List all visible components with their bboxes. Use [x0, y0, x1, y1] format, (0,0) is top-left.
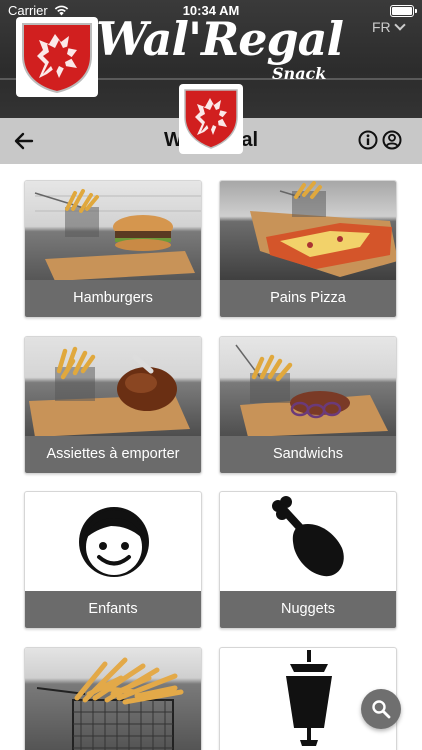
category-card-nuggets[interactable]: Nuggets [219, 491, 397, 629]
chevron-down-icon [394, 19, 406, 31]
smiley-face-icon [25, 492, 201, 593]
category-card-sandwichs[interactable]: Sandwichs [219, 336, 397, 474]
category-label: Sandwichs [220, 436, 396, 473]
user-account-icon[interactable] [382, 130, 402, 150]
coat-of-arms-badge [179, 84, 243, 154]
search-button[interactable] [361, 689, 401, 729]
category-label: Pains Pizza [220, 280, 396, 317]
category-label: Hamburgers [25, 280, 201, 317]
category-card-fries[interactable] [24, 647, 202, 750]
drumstick-icon [220, 492, 396, 593]
fries-basket-photo [25, 648, 201, 750]
category-label: Nuggets [220, 591, 396, 628]
category-grid: Hamburgers Pains Pizza Assiettes à empor… [0, 164, 422, 750]
category-label: Enfants [25, 591, 201, 628]
plate-photo [25, 337, 201, 438]
category-card-pains-pizza[interactable]: Pains Pizza [219, 180, 397, 318]
sandwich-photo [220, 337, 396, 438]
category-card-assiettes-a-emporter[interactable]: Assiettes à emporter [24, 336, 202, 474]
language-selector[interactable]: FR [372, 19, 406, 35]
coat-of-arms-logo [16, 17, 98, 97]
info-icon[interactable] [358, 130, 378, 150]
battery-icon [390, 5, 417, 17]
search-icon [372, 700, 391, 719]
category-card-enfants[interactable]: Enfants [24, 491, 202, 629]
category-card-hamburgers[interactable]: Hamburgers [24, 180, 202, 318]
brand-logo-text: Wal'Regal [96, 12, 344, 66]
burger-photo [25, 181, 201, 282]
category-label: Assiettes à emporter [25, 436, 201, 473]
language-code: FR [372, 19, 391, 35]
brand-logo-subtitle: Snack [272, 64, 327, 83]
pizza-photo [220, 181, 396, 282]
